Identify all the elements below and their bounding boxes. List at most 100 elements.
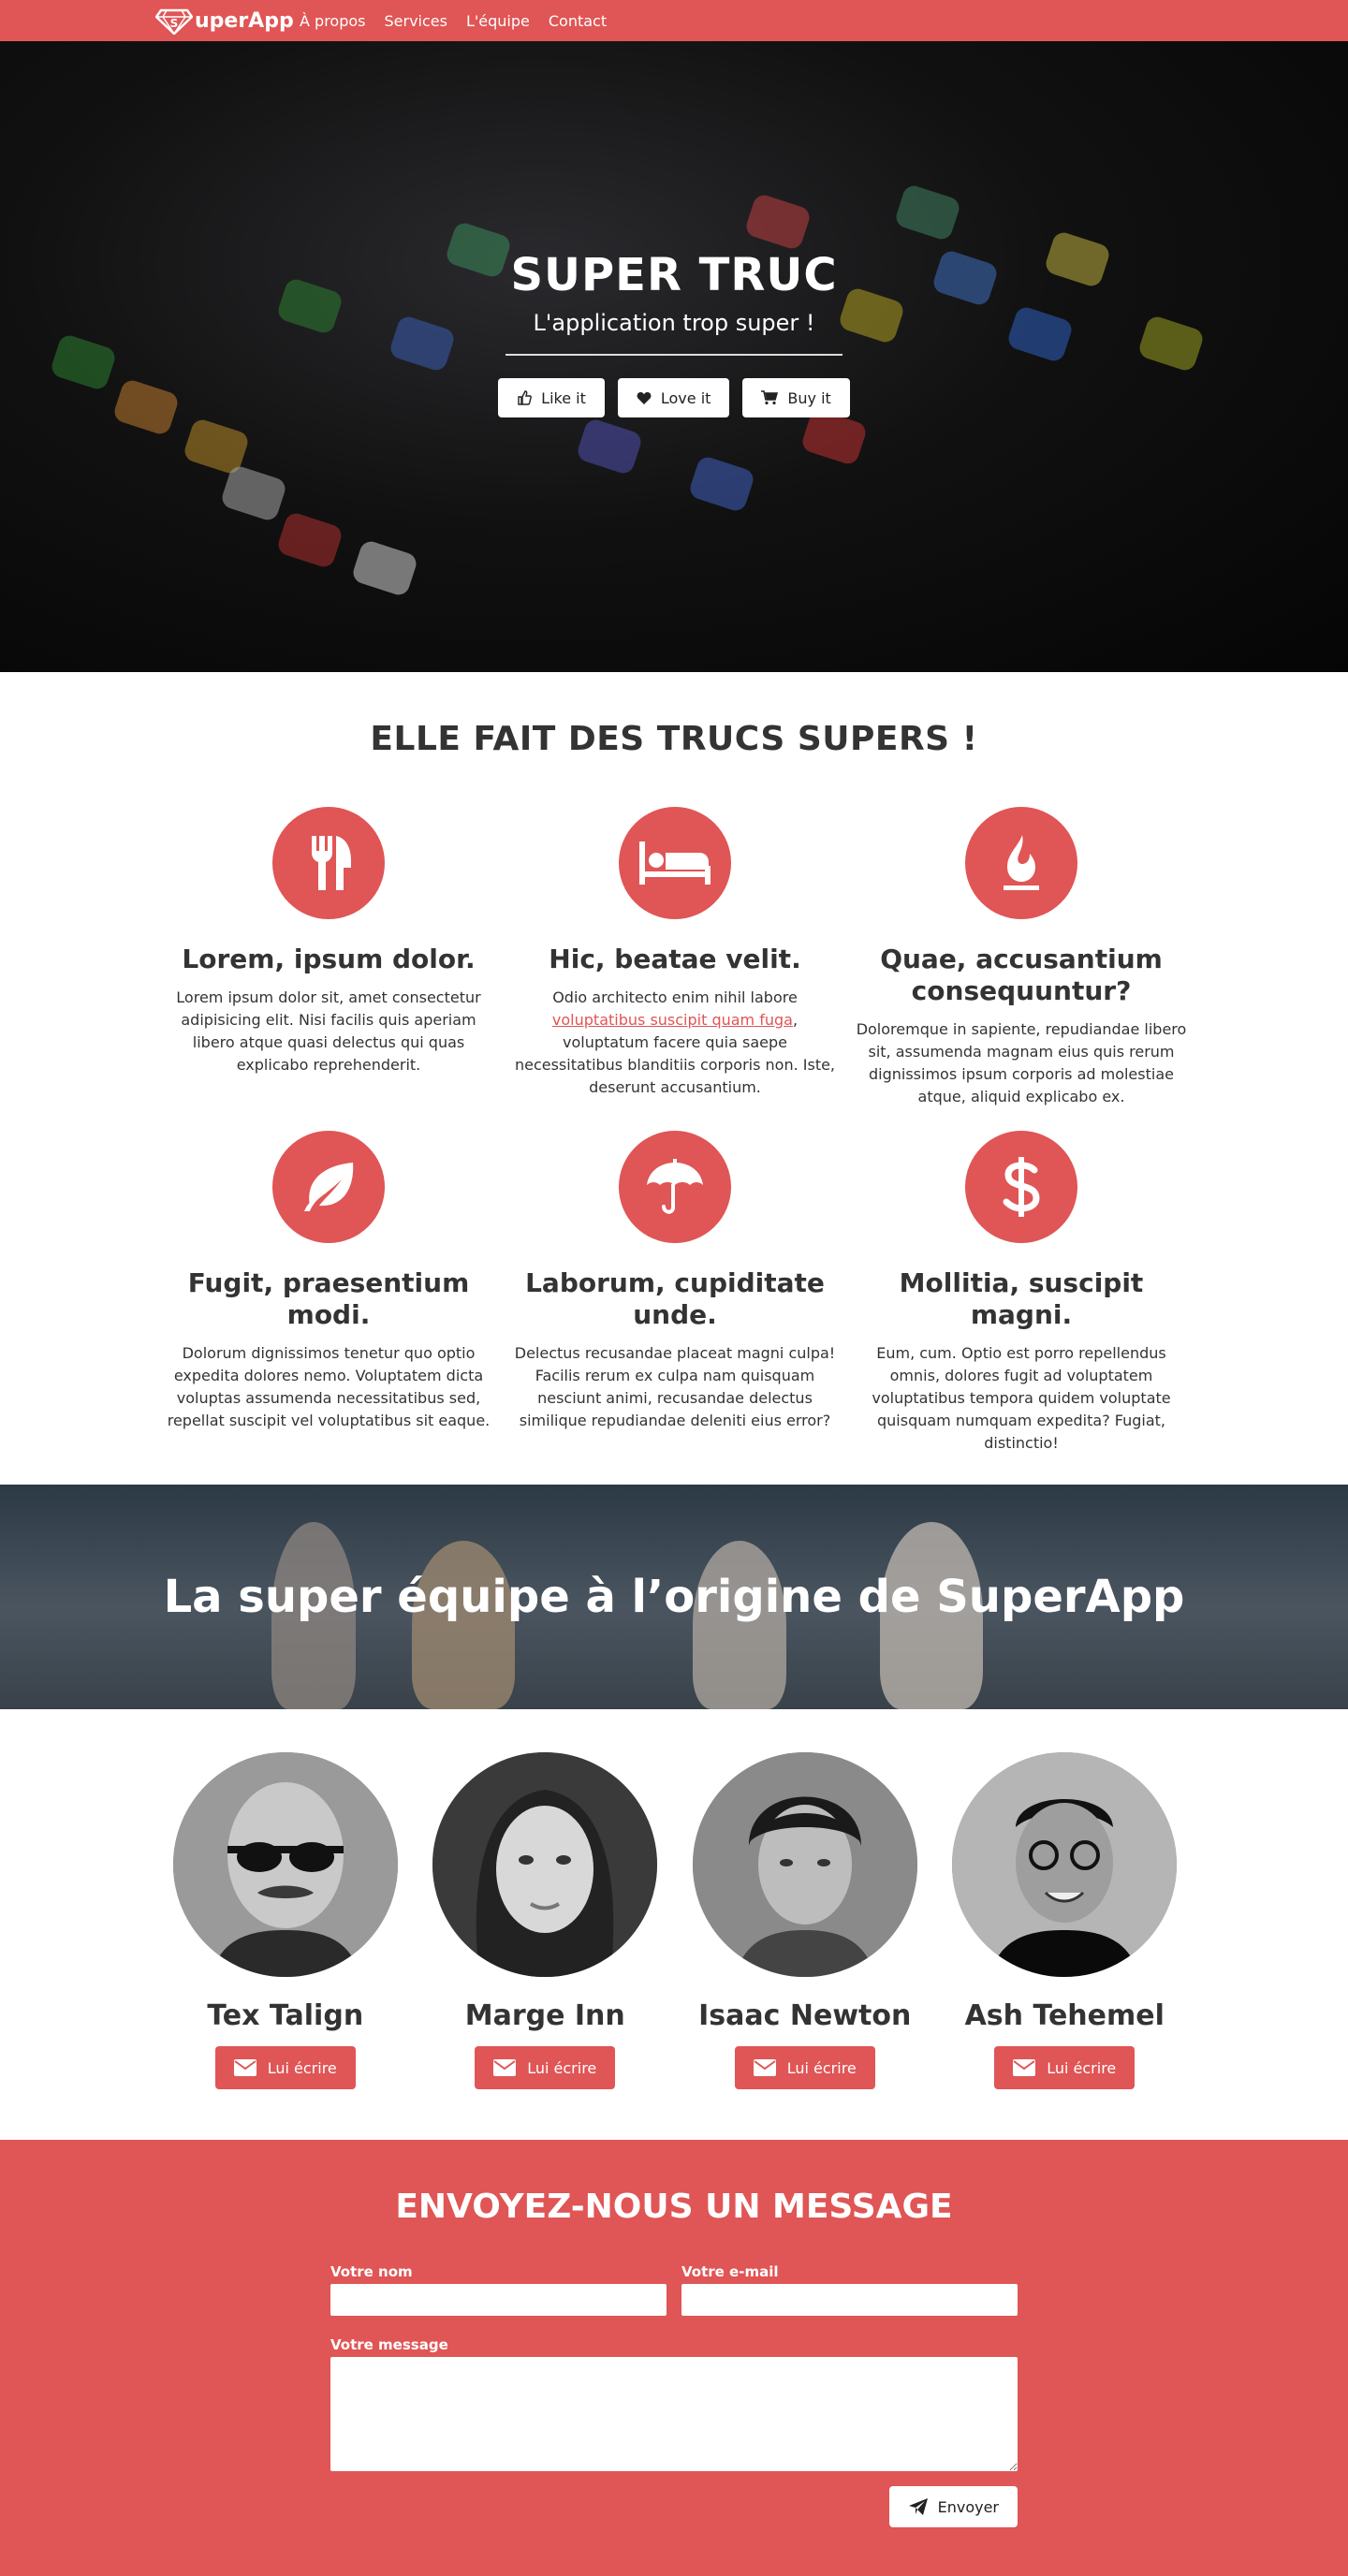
cutlery-icon xyxy=(312,836,351,890)
feature-item: Fugit, praesentium modi. Dolorum digniss… xyxy=(155,1131,502,1451)
envelope-icon xyxy=(233,2059,256,2076)
envelope-icon xyxy=(493,2059,517,2076)
feature-item: Quae, accusantium consequuntur? Doloremq… xyxy=(848,807,1194,1127)
leaf-icon xyxy=(304,1163,354,1211)
avatar xyxy=(432,1752,658,1977)
write-button-label: Lui écrire xyxy=(1047,2058,1117,2077)
brand-logo[interactable]: S uperApp xyxy=(155,6,294,36)
message-field-group: Votre message xyxy=(330,2336,1018,2475)
like-button[interactable]: Like it xyxy=(498,378,605,417)
email-label: Votre e-mail xyxy=(681,2263,779,2280)
buy-button[interactable]: Buy it xyxy=(742,378,850,417)
message-label: Votre message xyxy=(330,2336,448,2353)
feature-text: Delectus recusandae placeat magni culpa!… xyxy=(514,1344,836,1429)
write-button-label: Lui écrire xyxy=(786,2058,857,2077)
team-member: Ash Tehemel Lui écrire xyxy=(935,1752,1195,2089)
paper-plane-icon xyxy=(908,2498,928,2515)
contact-form: Votre nom Votre e-mail Votre message Env… xyxy=(330,2263,1018,2527)
team-heading: La super équipe à l’origine de SuperApp xyxy=(163,1571,1185,1623)
member-name: Isaac Newton xyxy=(698,1999,912,2032)
write-button-label: Lui écrire xyxy=(267,2058,337,2077)
nav-item-a-propos[interactable]: À propos xyxy=(300,12,365,30)
feature-item: Mollitia, suscipit magni. Eum, cum. Opti… xyxy=(848,1131,1194,1452)
hero-divider xyxy=(506,354,842,356)
feature-icon-circle xyxy=(272,1131,385,1243)
message-textarea[interactable] xyxy=(330,2357,1018,2471)
team-member: Tex Talign Lui écrire xyxy=(155,1752,416,2089)
send-button-label: Envoyer xyxy=(937,2497,999,2516)
write-button[interactable]: Lui écrire xyxy=(994,2046,1136,2089)
envelope-icon xyxy=(753,2059,776,2076)
name-input[interactable] xyxy=(330,2284,667,2316)
features-section: ELLE FAIT DES TRUCS SUPERS ! Lorem, ipsu… xyxy=(0,672,1348,1485)
name-label: Votre nom xyxy=(330,2263,413,2280)
thumbs-up-icon xyxy=(518,390,533,405)
feature-item: Lorem, ipsum dolor. Lorem ipsum dolor si… xyxy=(155,807,502,1127)
team-banner: La super équipe à l’origine de SuperApp xyxy=(0,1485,1348,1709)
member-name: Marge Inn xyxy=(464,1999,625,2032)
features-grid: Lorem, ipsum dolor. Lorem ipsum dolor si… xyxy=(155,807,1194,1452)
envelope-icon xyxy=(1013,2059,1036,2076)
feature-title: Quae, accusantium consequuntur? xyxy=(880,944,1163,1006)
nav-item-contact[interactable]: Contact xyxy=(549,12,607,30)
feature-title: Lorem, ipsum dolor. xyxy=(182,944,476,974)
bed-icon xyxy=(639,842,711,885)
feature-icon-circle xyxy=(619,1131,731,1243)
feature-text: Odio architecto enim nihil labore volupt… xyxy=(514,988,836,1096)
diamond-logo-icon: S xyxy=(155,8,193,35)
team-member: Isaac Newton Lui écrire xyxy=(675,1752,935,2089)
top-navbar: S uperApp À propos Services L'équipe Con… xyxy=(0,0,1348,41)
member-name: Ash Tehemel xyxy=(964,1999,1165,2032)
like-button-label: Like it xyxy=(541,388,586,407)
feature-icon-circle xyxy=(965,1131,1077,1243)
features-heading: ELLE FAIT DES TRUCS SUPERS ! xyxy=(370,720,978,758)
hero-subtitle: L'application trop super ! xyxy=(533,310,815,336)
hero-title: SUPER TRUC xyxy=(510,249,838,301)
team-grid: Tex Talign Lui écrire Marge Inn Lui écri… xyxy=(155,1752,1194,2089)
shopping-cart-icon xyxy=(761,390,779,405)
nav-item-equipe[interactable]: L'équipe xyxy=(466,12,530,30)
svg-text:S: S xyxy=(170,17,179,30)
send-button[interactable]: Envoyer xyxy=(888,2486,1018,2527)
love-button-label: Love it xyxy=(660,388,711,407)
contact-heading: ENVOYEZ-NOUS UN MESSAGE xyxy=(395,2188,953,2226)
feature-item: Hic, beatae velit. Odio architecto enim … xyxy=(502,807,848,1127)
contact-form-row: Votre nom Votre e-mail xyxy=(330,2263,1018,2316)
write-button[interactable]: Lui écrire xyxy=(475,2046,616,2089)
avatar xyxy=(172,1752,398,1977)
feature-text: Eum, cum. Optio est porro repellendus om… xyxy=(872,1344,1171,1452)
feature-text: Doloremque in sapiente, repudiandae libe… xyxy=(856,1020,1187,1105)
member-name: Tex Talign xyxy=(207,1999,364,2032)
feature-text: Lorem ipsum dolor sit, amet consectetur … xyxy=(176,988,481,1074)
team-member: Marge Inn Lui écrire xyxy=(416,1752,676,2089)
nav-menu: À propos Services L'équipe Contact xyxy=(300,0,607,41)
write-button[interactable]: Lui écrire xyxy=(734,2046,875,2089)
name-field-group: Votre nom xyxy=(330,2263,667,2316)
dollar-icon xyxy=(1003,1157,1040,1217)
fire-icon xyxy=(1004,835,1039,890)
heart-icon xyxy=(637,391,652,404)
email-input[interactable] xyxy=(681,2284,1018,2316)
write-button[interactable]: Lui écrire xyxy=(214,2046,356,2089)
contact-section: ENVOYEZ-NOUS UN MESSAGE Votre nom Votre … xyxy=(0,2140,1348,2576)
buy-button-label: Buy it xyxy=(787,388,831,407)
brand-name: uperApp xyxy=(195,8,294,33)
feature-title: Fugit, praesentium modi. xyxy=(187,1267,470,1330)
love-button[interactable]: Love it xyxy=(617,378,730,417)
feature-text: Dolorum dignissimos tenetur quo optio ex… xyxy=(167,1344,491,1429)
feature-icon-circle xyxy=(272,807,385,919)
feature-title: Hic, beatae velit. xyxy=(549,944,801,974)
avatar xyxy=(952,1752,1178,1977)
feature-text-link[interactable]: voluptatibus suscipit quam fuga xyxy=(552,1011,793,1029)
hero-section: SUPER TRUC L'application trop super ! Li… xyxy=(0,41,1348,672)
email-field-group: Votre e-mail xyxy=(681,2263,1018,2316)
umbrella-icon xyxy=(647,1159,703,1214)
feature-title: Laborum, cupiditate unde. xyxy=(525,1267,825,1330)
avatar xyxy=(692,1752,917,1977)
hero-content: SUPER TRUC L'application trop super ! Li… xyxy=(0,249,1348,417)
feature-title: Mollitia, suscipit magni. xyxy=(899,1267,1144,1330)
feature-icon-circle xyxy=(619,807,731,919)
feature-icon-circle xyxy=(965,807,1077,919)
feature-item: Laborum, cupiditate unde. Delectus recus… xyxy=(502,1131,848,1451)
nav-item-services[interactable]: Services xyxy=(384,12,447,30)
